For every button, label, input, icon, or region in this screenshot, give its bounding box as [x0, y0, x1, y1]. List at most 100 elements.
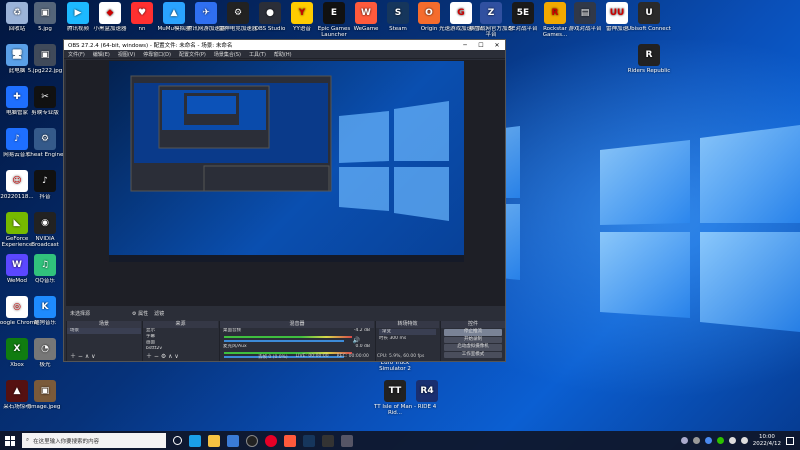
properties-button[interactable]: ⚙ 属性 — [132, 310, 148, 317]
store-icon[interactable] — [227, 434, 239, 447]
tencent-icon: ▶ — [67, 2, 89, 24]
chevron-up-icon[interactable] — [692, 437, 700, 444]
virtual-camera-button[interactable]: 启动虚拟摄像机 — [444, 344, 502, 351]
obs-preview[interactable] — [66, 60, 505, 306]
steam-taskbar-icon[interactable] — [303, 434, 315, 447]
source-controls[interactable]: ＋ − ⚙ ∧ ∨ — [146, 351, 179, 360]
volume-icon[interactable] — [740, 437, 748, 444]
xunyou-icon: ✈ — [195, 2, 217, 24]
desktop-icon-qq[interactable]: ♫ QQ音乐 — [22, 254, 68, 284]
bluetooth-icon[interactable] — [704, 437, 712, 444]
yy-icon: Y — [291, 2, 313, 24]
desktop-icon-riders[interactable]: R Riders Republic — [626, 44, 672, 74]
date: 2022/4/12 — [752, 440, 781, 447]
volume-slider[interactable] — [224, 340, 344, 342]
obs-window[interactable]: OBS 27.2.4 (64-bit, windows) - 配置文件: 未命名… — [63, 39, 506, 362]
obs-titlebar[interactable]: OBS 27.2.4 (64-bit, windows) - 配置文件: 未命名… — [64, 40, 505, 50]
notification-icon[interactable] — [786, 436, 794, 445]
imagejpeg-icon: ▣ — [34, 380, 56, 402]
minimize-icon[interactable]: ─ — [457, 42, 473, 49]
duration-input[interactable]: 300 ms — [389, 336, 406, 341]
search-icon: ⌕ — [26, 437, 30, 443]
explorer-icon[interactable] — [208, 434, 220, 447]
edge-icon[interactable] — [189, 434, 201, 447]
time: 10:00 — [758, 433, 775, 440]
desktop-icon-label: image.jpeg — [29, 404, 61, 410]
start-recording-button[interactable]: 开始录制 — [444, 336, 502, 343]
obs-taskbar-icon[interactable] — [246, 434, 258, 447]
desktop-icon-cheat[interactable]: ⚙ Cheat Engine — [22, 128, 68, 158]
desktop-icon-jiguang[interactable]: ◔ 极光 — [22, 338, 68, 368]
rec-time: REC: 00:00:00 — [336, 354, 369, 359]
cloud-icon[interactable] — [680, 437, 688, 444]
network-icon[interactable] — [728, 437, 736, 444]
search-box[interactable]: ⌕ 在这里输入你要搜索的内容 — [22, 433, 166, 448]
scenes-dock: 场景 场景 ＋ − ∧ ∨ — [66, 321, 141, 361]
no-source-selected: 未选择源 — [70, 310, 91, 317]
menu-help[interactable]: 帮助(H) — [274, 51, 292, 58]
speaker-icon[interactable]: 🔊 — [353, 337, 360, 344]
gta2-icon: Z — [480, 2, 502, 24]
riders-icon: R — [638, 44, 660, 66]
cheat-icon: ⚙ — [34, 128, 56, 150]
qq-icon: ♫ — [34, 254, 56, 276]
preview-desktop-capture — [109, 61, 464, 262]
menu-tools[interactable]: 工具(T) — [249, 51, 266, 58]
start-button[interactable] — [3, 434, 17, 448]
wegame-icon: W — [355, 2, 377, 24]
netease-taskbar-icon[interactable] — [265, 434, 277, 447]
menu-view[interactable]: 视图(V) — [118, 51, 135, 58]
desktop-icon-imagejpeg[interactable]: ▣ image.jpeg — [22, 380, 68, 410]
maximize-icon[interactable]: ☐ — [473, 42, 489, 49]
jiguang-icon: ◔ — [34, 338, 56, 360]
desktop-icon-label: 剪映专业版 — [31, 110, 59, 116]
sources-title: 来源 — [143, 321, 218, 328]
desktop-icon-label: QQ音乐 — [35, 278, 55, 284]
close-icon[interactable]: ✕ — [489, 42, 505, 49]
desktop-icon-kugou[interactable]: K 酷狗音乐 — [22, 296, 68, 326]
uu-icon: UU — [606, 2, 628, 24]
duration-label: 时长 — [379, 336, 388, 341]
stop-streaming-button[interactable]: 停止推流 — [444, 329, 502, 336]
jpg2-icon: ▣ — [34, 44, 56, 66]
ride4-icon: R4 — [416, 380, 438, 402]
desktop-icon-douyin[interactable]: ♪ 抖音 — [22, 170, 68, 200]
taskbar: ⌕ 在这里输入你要搜索的内容 10:00 2022/4/12 — [0, 431, 800, 450]
mumu-icon: ▲ — [163, 2, 185, 24]
transition-select[interactable]: 渐变 — [379, 329, 436, 335]
scene-item[interactable]: 场景 — [67, 328, 141, 334]
desktop-icon-capcut[interactable]: ✂ 剪映专业版 — [22, 86, 68, 116]
preview-windows-logo — [109, 75, 464, 262]
scene-controls[interactable]: ＋ − ∧ ∨ — [70, 351, 96, 360]
5e-icon: 5E — [512, 2, 534, 24]
desktop-icon-label: Cheat Engine — [26, 152, 64, 158]
search-placeholder: 在这里输入你要搜索的内容 — [33, 438, 100, 445]
ttisle-icon: TT — [384, 380, 406, 402]
desktop-icon-label: Ubisoft Connect — [627, 26, 671, 32]
desktop-icon-label: RIDE 4 — [417, 404, 437, 410]
menu-docks[interactable]: 停靠窗口(D) — [143, 51, 171, 58]
desktop-icon-label: 极光 — [39, 362, 51, 368]
obs-menubar: 文件(F) 编辑(E) 视图(V) 停靠窗口(D) 配置文件(P) 场景集合(S… — [64, 50, 505, 59]
dropped-frames: 丢帧 0 (0.0%) — [258, 354, 288, 360]
riders-taskbar-icon[interactable] — [322, 434, 334, 447]
obs-title: OBS 27.2.4 (64-bit, windows) - 配置文件: 未命名… — [68, 43, 233, 49]
scenes-title: 场景 — [67, 321, 141, 328]
menu-edit[interactable]: 编辑(E) — [93, 51, 110, 58]
menu-file[interactable]: 文件(F) — [68, 51, 85, 58]
wechat-icon[interactable] — [716, 437, 724, 444]
menu-profile[interactable]: 配置文件(P) — [179, 51, 206, 58]
douyin-icon: ♪ — [34, 170, 56, 192]
desktop-icon-ride4[interactable]: R4 RIDE 4 — [404, 380, 450, 410]
menu-scene-collection[interactable]: 场景集合(S) — [214, 51, 241, 58]
system-tray: 10:00 2022/4/12 — [680, 434, 800, 448]
task-view-icon[interactable] — [173, 436, 182, 445]
clock[interactable]: 10:00 2022/4/12 — [753, 434, 781, 448]
desktop-icon-nvbroad[interactable]: ◉ NVIDIA Broadcast — [22, 212, 68, 248]
desktop-icon-jpg2[interactable]: ▣ 5.jpg222.jpg — [22, 44, 68, 74]
photo-taskbar-icon[interactable] — [341, 434, 353, 447]
desktop-icon-ubisoft[interactable]: U Ubisoft Connect — [626, 2, 672, 32]
filters-button[interactable]: 滤镜 — [154, 310, 164, 317]
xiaomi-icon: ◆ — [99, 2, 121, 24]
wegame-taskbar-icon[interactable] — [284, 434, 296, 447]
